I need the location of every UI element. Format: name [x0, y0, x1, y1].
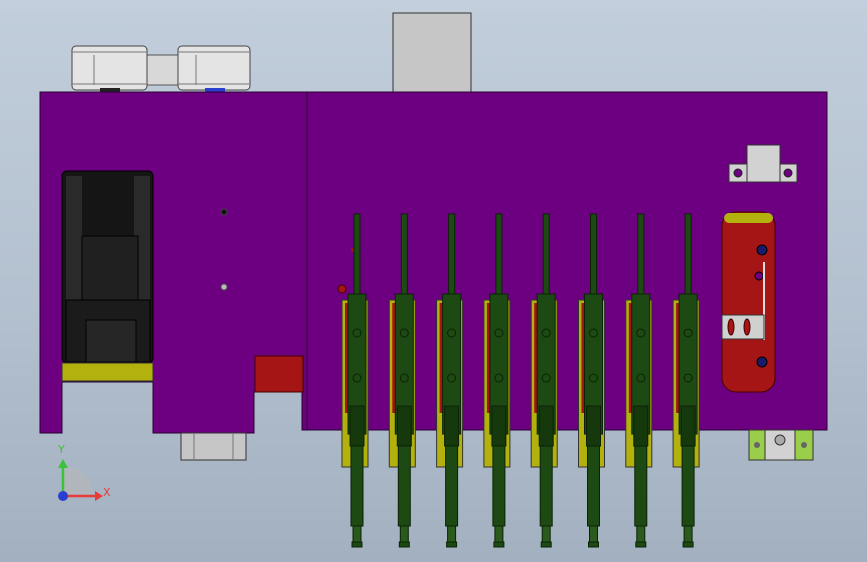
- nozzle-cap: [493, 541, 505, 548]
- cad-viewport[interactable]: X Y: [0, 0, 867, 562]
- nozzle-tip: [447, 525, 457, 543]
- nozzle-rod: [400, 213, 408, 297]
- nozzle-tip: [352, 525, 362, 543]
- nozzle-rod: [684, 213, 692, 297]
- nozzle-collar: [491, 405, 507, 447]
- nozzle-tip: [541, 525, 551, 543]
- coordinate-triad-icon: [58, 459, 103, 501]
- nozzle-shaft: [350, 445, 364, 527]
- nozzle-collar: [444, 405, 460, 447]
- nozzle-cap: [446, 541, 458, 548]
- nozzle-rod: [448, 213, 456, 297]
- motor-mount-olive: [61, 362, 154, 382]
- cad-model-view[interactable]: [0, 0, 867, 562]
- nozzle-collar: [538, 405, 554, 447]
- nozzle-cap: [351, 541, 363, 548]
- nozzle-tip: [683, 525, 693, 543]
- nozzle-collar: [349, 405, 365, 447]
- nozzle-rod: [637, 213, 645, 297]
- nozzle-cap: [398, 541, 410, 548]
- nozzle-cap: [588, 541, 599, 548]
- nozzle-rod: [353, 213, 361, 297]
- red-bracket[interactable]: [254, 355, 304, 393]
- axis-x-label: X: [103, 486, 111, 499]
- nozzle-shaft: [445, 445, 459, 527]
- nozzle-tip: [636, 525, 646, 543]
- motor-assembly[interactable]: [61, 170, 154, 382]
- nozzle-tip: [399, 525, 409, 543]
- nozzle-rod: [495, 213, 503, 297]
- nozzle-rod: [542, 213, 550, 297]
- nozzle-shaft: [397, 445, 411, 527]
- nozzle-tip: [589, 525, 598, 543]
- nozzle-cap: [635, 541, 647, 548]
- axis-y-label: Y: [58, 443, 65, 456]
- bottom-gray-part[interactable]: [180, 432, 247, 461]
- nozzle-shaft: [492, 445, 506, 527]
- green-bracket[interactable]: [748, 429, 814, 461]
- top-gray-block[interactable]: [392, 12, 472, 94]
- red-slide-block[interactable]: [721, 211, 776, 393]
- pulley-belt-assembly[interactable]: [71, 45, 251, 92]
- main-body-plate[interactable]: [39, 91, 828, 434]
- nozzle-shaft: [587, 445, 600, 527]
- screw-hole: [220, 208, 228, 216]
- left-pulley: [71, 45, 148, 91]
- nozzle-collar: [680, 405, 696, 447]
- nozzle-tip: [494, 525, 504, 543]
- nozzle-cap: [540, 541, 552, 548]
- nozzle-collar: [586, 405, 601, 447]
- right-pulley: [177, 45, 251, 91]
- nozzle-collar: [396, 405, 412, 447]
- screw-hole: [220, 283, 228, 291]
- nozzle-rod: [590, 213, 597, 297]
- nozzle-shaft: [634, 445, 648, 527]
- nozzle-shaft: [681, 445, 695, 527]
- nozzle-shaft: [539, 445, 553, 527]
- screw-hole: [337, 284, 347, 294]
- nozzle-collar: [633, 405, 649, 447]
- nozzle-cap: [682, 541, 694, 548]
